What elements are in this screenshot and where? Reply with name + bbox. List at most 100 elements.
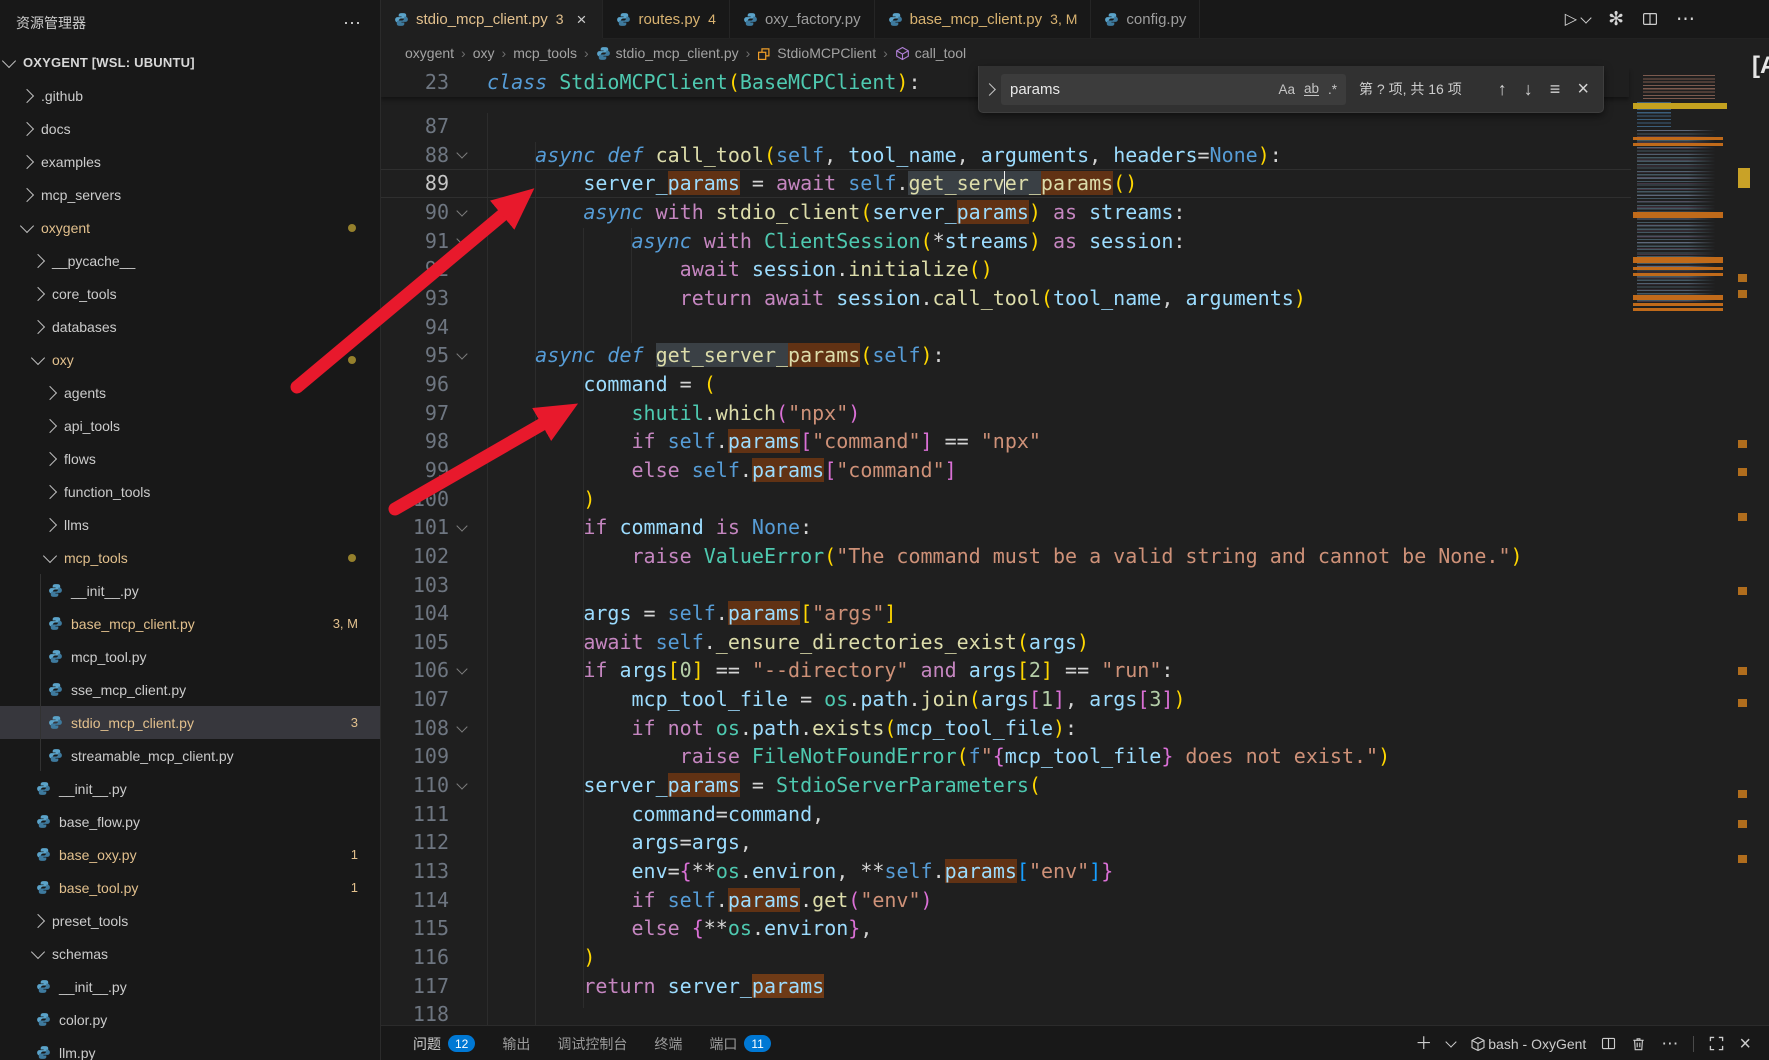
sidebar-item-llm-py[interactable]: llm.py xyxy=(0,1036,380,1060)
line-number[interactable]: 118 xyxy=(381,1000,449,1025)
tab-stdio-mcp-client-py[interactable]: stdio_mcp_client.py3× xyxy=(381,0,603,38)
line-number[interactable]: 94 xyxy=(381,313,449,342)
code-line-108[interactable]: 108 if not os.path.exists(mcp_tool_file)… xyxy=(381,714,1631,743)
line-number[interactable]: 117 xyxy=(381,972,449,1001)
fold-icon[interactable] xyxy=(449,238,487,243)
breadcrumb-item-call-tool[interactable]: call_tool xyxy=(895,45,966,61)
sidebar-item-mcp-tools[interactable]: mcp_tools xyxy=(0,541,380,574)
code-line-115[interactable]: 115 else {**os.environ}, xyxy=(381,914,1631,943)
sidebar-item-preset-tools[interactable]: preset_tools xyxy=(0,904,380,937)
code-line-110[interactable]: 110 server_params = StdioServerParameter… xyxy=(381,771,1631,800)
code-line-98[interactable]: 98 if self.params["command"] == "npx" xyxy=(381,427,1631,456)
tab-config-py[interactable]: config.py xyxy=(1091,0,1200,38)
tab-oxy-factory-py[interactable]: oxy_factory.py xyxy=(730,0,875,38)
fold-icon[interactable] xyxy=(449,525,487,530)
toggle-replace-button[interactable] xyxy=(979,85,999,94)
code-line-93[interactable]: 93 return await session.call_tool(tool_n… xyxy=(381,284,1631,313)
line-number[interactable]: 98 xyxy=(381,427,449,456)
code-line-117[interactable]: 117 return server_params xyxy=(381,972,1631,1001)
terminal-dropdown-button[interactable] xyxy=(1447,1041,1455,1046)
line-number[interactable]: 96 xyxy=(381,370,449,399)
fold-icon[interactable] xyxy=(449,783,487,788)
next-match-button[interactable]: ↓ xyxy=(1524,80,1533,98)
tab-routes-py[interactable]: routes.py4 xyxy=(603,0,730,38)
sidebar-item-init-py[interactable]: __init__.py xyxy=(0,574,380,607)
more-panel-actions-button[interactable]: ⋯ xyxy=(1661,1035,1678,1052)
sidebar-item-oxygent-wsl-ubuntu[interactable]: OXYGENT [WSL: UBUNTU] xyxy=(0,46,380,79)
code-line-107[interactable]: 107 mcp_tool_file = os.path.join(args[1]… xyxy=(381,685,1631,714)
fold-icon[interactable] xyxy=(449,152,487,157)
code-line-111[interactable]: 111 command=command, xyxy=(381,800,1631,829)
regex-icon[interactable]: .* xyxy=(1328,82,1337,97)
fold-icon[interactable] xyxy=(449,726,487,731)
code-line-100[interactable]: 100 ) xyxy=(381,485,1631,514)
close-panel-button[interactable]: × xyxy=(1739,1034,1751,1054)
line-number[interactable]: 108 xyxy=(381,714,449,743)
line-number[interactable]: 95 xyxy=(381,341,449,370)
sidebar-item-docs[interactable]: docs xyxy=(0,112,380,145)
sidebar-item-color-py[interactable]: color.py xyxy=(0,1003,380,1036)
line-number[interactable]: 91 xyxy=(381,227,449,256)
code-line-102[interactable]: 102 raise ValueError("The command must b… xyxy=(381,542,1631,571)
line-number[interactable]: 114 xyxy=(381,886,449,915)
line-number[interactable]: 104 xyxy=(381,599,449,628)
whole-word-icon[interactable]: ab xyxy=(1304,82,1319,96)
code-line-89[interactable]: 89 server_params = await self.get_server… xyxy=(381,169,1631,198)
line-number[interactable]: 103 xyxy=(381,571,449,600)
sidebar-item-agents[interactable]: agents xyxy=(0,376,380,409)
code-line-90[interactable]: 90 async with stdio_client(server_params… xyxy=(381,198,1631,227)
breadcrumb-item-stdio-mcp-client-py[interactable]: stdio_mcp_client.py xyxy=(596,45,739,61)
line-number[interactable]: 112 xyxy=(381,828,449,857)
sidebar-item-base-flow-py[interactable]: base_flow.py xyxy=(0,805,380,838)
line-number[interactable]: 90 xyxy=(381,198,449,227)
maximize-panel-button[interactable] xyxy=(1709,1036,1724,1051)
sidebar-item-init-py[interactable]: __init__.py xyxy=(0,772,380,805)
code-line-103[interactable]: 103 xyxy=(381,571,1631,600)
fold-icon[interactable] xyxy=(449,353,487,358)
sidebar-item-llms[interactable]: llms xyxy=(0,508,380,541)
line-number[interactable]: 89 xyxy=(381,169,449,198)
tab-base-mcp-client-py[interactable]: base_mcp_client.py3, M xyxy=(875,0,1092,38)
terminal-item[interactable]: bash - OxyGent xyxy=(1470,1036,1586,1052)
panel-tab-[interactable]: 调试控制台 xyxy=(557,1034,627,1054)
split-editor-button[interactable] xyxy=(1642,11,1658,27)
code-line-87[interactable]: 87 xyxy=(381,112,1631,141)
more-actions-button[interactable]: ⋯ xyxy=(1676,8,1695,31)
panel-tab-[interactable]: 端口11 xyxy=(709,1034,770,1054)
sidebar-item-base-oxy-py[interactable]: base_oxy.py1 xyxy=(0,838,380,871)
code-line-97[interactable]: 97 shutil.which("npx") xyxy=(381,399,1631,428)
sidebar-item-init-py[interactable]: __init__.py xyxy=(0,970,380,1003)
sidebar-item-github[interactable]: .github xyxy=(0,79,380,112)
line-number[interactable]: 87 xyxy=(381,112,449,141)
line-number[interactable]: 110 xyxy=(381,771,449,800)
sidebar-item-schemas[interactable]: schemas xyxy=(0,937,380,970)
code-line-109[interactable]: 109 raise FileNotFoundError(f"{mcp_tool_… xyxy=(381,742,1631,771)
sidebar-item-sse-mcp-client-py[interactable]: sse_mcp_client.py xyxy=(0,673,380,706)
line-number[interactable]: 115 xyxy=(381,914,449,943)
sidebar-item-core-tools[interactable]: core_tools xyxy=(0,277,380,310)
sidebar-item-oxy[interactable]: oxy xyxy=(0,343,380,376)
sidebar-item-streamable-mcp-client-py[interactable]: streamable_mcp_client.py xyxy=(0,739,380,772)
line-number[interactable]: 23 xyxy=(381,68,449,97)
breadcrumb-item-oxy[interactable]: oxy xyxy=(473,45,495,61)
minimap[interactable] xyxy=(1633,73,1727,310)
code-editor[interactable]: 23class StdioMCPClient(BaseMCPClient): 8… xyxy=(381,68,1769,1025)
new-terminal-button[interactable]: ＋ xyxy=(1415,1035,1432,1052)
split-terminal-button[interactable] xyxy=(1601,1036,1616,1051)
code-line-104[interactable]: 104 args = self.params["args"] xyxy=(381,599,1631,628)
find-in-selection-button[interactable]: ≡ xyxy=(1550,80,1561,98)
line-number[interactable]: 111 xyxy=(381,800,449,829)
sidebar-item-base-mcp-client-py[interactable]: base_mcp_client.py3, M xyxy=(0,607,380,640)
more-actions-icon[interactable]: ⋯ xyxy=(343,13,362,34)
chatgpt-button[interactable]: ✻ xyxy=(1608,8,1624,31)
code-line-95[interactable]: 95 async def get_server_params(self): xyxy=(381,341,1631,370)
code-line-116[interactable]: 116 ) xyxy=(381,943,1631,972)
sidebar-item-examples[interactable]: examples xyxy=(0,145,380,178)
code-line-101[interactable]: 101 if command is None: xyxy=(381,513,1631,542)
line-number[interactable]: 99 xyxy=(381,456,449,485)
line-number[interactable]: 116 xyxy=(381,943,449,972)
code-line-114[interactable]: 114 if self.params.get("env") xyxy=(381,886,1631,915)
line-number[interactable]: 102 xyxy=(381,542,449,571)
kill-terminal-button[interactable] xyxy=(1631,1036,1646,1052)
panel-tab-[interactable]: 终端 xyxy=(654,1034,682,1054)
